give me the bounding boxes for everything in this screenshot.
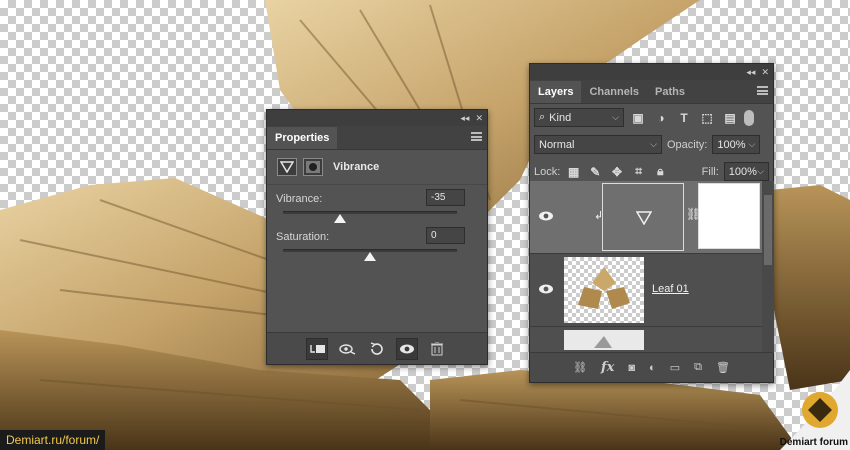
vibrance-track[interactable] (283, 211, 457, 214)
collapse-icon[interactable]: ◂◂ (746, 67, 755, 78)
vibrance-value-field[interactable]: -35 (426, 189, 465, 206)
filter-shape-icon[interactable]: ⬚ (698, 111, 716, 125)
lock-transparent-icon[interactable]: ▦ (565, 165, 582, 179)
layers-topbar: ◂◂ ✕ (530, 64, 773, 80)
new-adjustment-icon[interactable]: ◐ (649, 362, 656, 374)
eye-icon[interactable] (538, 283, 554, 295)
layers-panel: ◂◂ ✕ Layers Channels Paths ⌕ Kind ⌵ ▣ ◑ … (529, 63, 774, 383)
chevron-down-icon: ⌵ (612, 112, 619, 122)
blend-mode-dropdown[interactable]: Normal ⌵ (534, 135, 662, 154)
new-layer-icon[interactable]: ⧉ (694, 361, 702, 374)
delete-layer-icon[interactable]: 🗑︎ (716, 361, 730, 374)
lock-label: Lock: (534, 165, 561, 178)
properties-topbar: ◂◂ ✕ (267, 110, 487, 126)
filter-pixel-icon[interactable]: ▣ (629, 111, 647, 125)
reset-icon[interactable] (366, 338, 388, 360)
tab-channels[interactable]: Channels (581, 81, 647, 103)
close-icon[interactable]: ✕ (761, 67, 769, 78)
forum-badge-text: Demiart forum (779, 437, 848, 448)
watermark-url: Demiart.ru/forum/ (0, 430, 106, 450)
filter-kind-label: Kind (549, 111, 572, 124)
close-icon[interactable]: ✕ (475, 113, 483, 124)
layer-thumbnail[interactable] (564, 330, 644, 350)
tab-properties[interactable]: Properties (267, 127, 338, 149)
lock-all-icon[interactable]: 🔒︎ (652, 164, 669, 179)
filter-type-icon[interactable]: T (675, 111, 693, 125)
filter-adjustment-icon[interactable]: ◑ (652, 111, 670, 125)
layer-row-leaf-01[interactable]: Leaf 01 (530, 254, 762, 327)
filter-row: ⌕ Kind ⌵ ▣ ◑ T ⬚ ▤ (530, 104, 773, 131)
layer-list: ↲ ⛓︎ Leaf 01 (530, 181, 762, 353)
fill-value: 100% (728, 165, 757, 178)
new-group-icon[interactable]: ▭ (670, 361, 680, 374)
fill-field[interactable]: 100% ⌵ (723, 162, 769, 181)
adjustment-thumbnail[interactable] (602, 183, 684, 251)
saturation-slider-thumb[interactable] (364, 252, 376, 261)
adjustment-triangle-icon (277, 158, 297, 176)
filter-smart-object-icon[interactable]: ▤ (721, 111, 739, 125)
layers-scrollbar[interactable] (762, 181, 774, 353)
adjustment-title: Vibrance (333, 161, 380, 173)
leaf-thumbnail[interactable] (564, 257, 644, 323)
layers-footer: ⛓︎ fx ◙ ◐ ▭ ⧉ 🗑︎ (530, 352, 773, 382)
layer-name: Leaf 01 (652, 283, 689, 295)
delete-icon[interactable] (426, 338, 448, 360)
search-icon: ⌕ (539, 111, 546, 123)
chevron-down-icon: ⌵ (757, 166, 764, 176)
properties-footer (267, 332, 487, 364)
saturation-label: Saturation: (276, 231, 330, 243)
panel-menu-icon[interactable] (471, 132, 482, 141)
scroll-thumb[interactable] (764, 195, 772, 265)
lock-artboard-icon[interactable]: ⌗ (630, 164, 647, 179)
opacity-label: Opacity: (667, 138, 708, 151)
chevron-down-icon: ⌵ (748, 139, 756, 149)
saturation-slider-row: Saturation: 0 (267, 223, 487, 261)
tab-layers[interactable]: Layers (530, 81, 582, 103)
layer-mask-thumbnail[interactable] (698, 183, 760, 249)
properties-panel: ◂◂ ✕ Properties Vibrance Vibrance: -35 S… (266, 109, 488, 365)
fill-label: Fill: (701, 165, 719, 178)
properties-tabstrip: Properties (267, 126, 487, 150)
tab-paths[interactable]: Paths (647, 81, 693, 103)
blend-row: Normal ⌵ Opacity: 100% ⌵ (530, 131, 773, 158)
vibrance-label: Vibrance: (276, 193, 323, 205)
opacity-field[interactable]: 100% ⌵ (712, 135, 761, 154)
vibrance-slider-thumb[interactable] (333, 214, 346, 223)
clip-to-layer-icon[interactable] (306, 337, 328, 360)
lock-position-icon[interactable]: ✥ (609, 165, 626, 179)
visibility-icon[interactable] (396, 337, 418, 360)
filter-toggle-icon[interactable] (744, 109, 754, 126)
lock-image-icon[interactable]: ✎ (587, 165, 604, 179)
chevron-down-icon: ⌵ (650, 139, 657, 149)
eye-icon[interactable] (538, 210, 554, 222)
layer-row-vibrance[interactable]: ↲ ⛓︎ (530, 181, 762, 254)
adjustment-header: Vibrance (267, 150, 487, 185)
layers-tabstrip: Layers Channels Paths (530, 80, 773, 104)
fx-icon[interactable]: fx (601, 360, 614, 375)
opacity-value: 100% (717, 138, 746, 151)
view-previous-state-icon[interactable] (336, 338, 358, 360)
blend-mode-value: Normal (539, 138, 575, 151)
vibrance-slider-row: Vibrance: -35 (267, 185, 487, 223)
add-mask-icon[interactable]: ◙ (628, 362, 635, 374)
layer-row-partial[interactable] (530, 327, 762, 353)
link-layers-icon[interactable]: ⛓︎ (573, 361, 587, 374)
panel-menu-icon[interactable] (757, 86, 768, 95)
filter-kind-dropdown[interactable]: ⌕ Kind ⌵ (534, 108, 624, 127)
mask-icon[interactable] (303, 158, 323, 176)
saturation-value-field[interactable]: 0 (426, 227, 465, 244)
collapse-icon[interactable]: ◂◂ (460, 113, 469, 124)
